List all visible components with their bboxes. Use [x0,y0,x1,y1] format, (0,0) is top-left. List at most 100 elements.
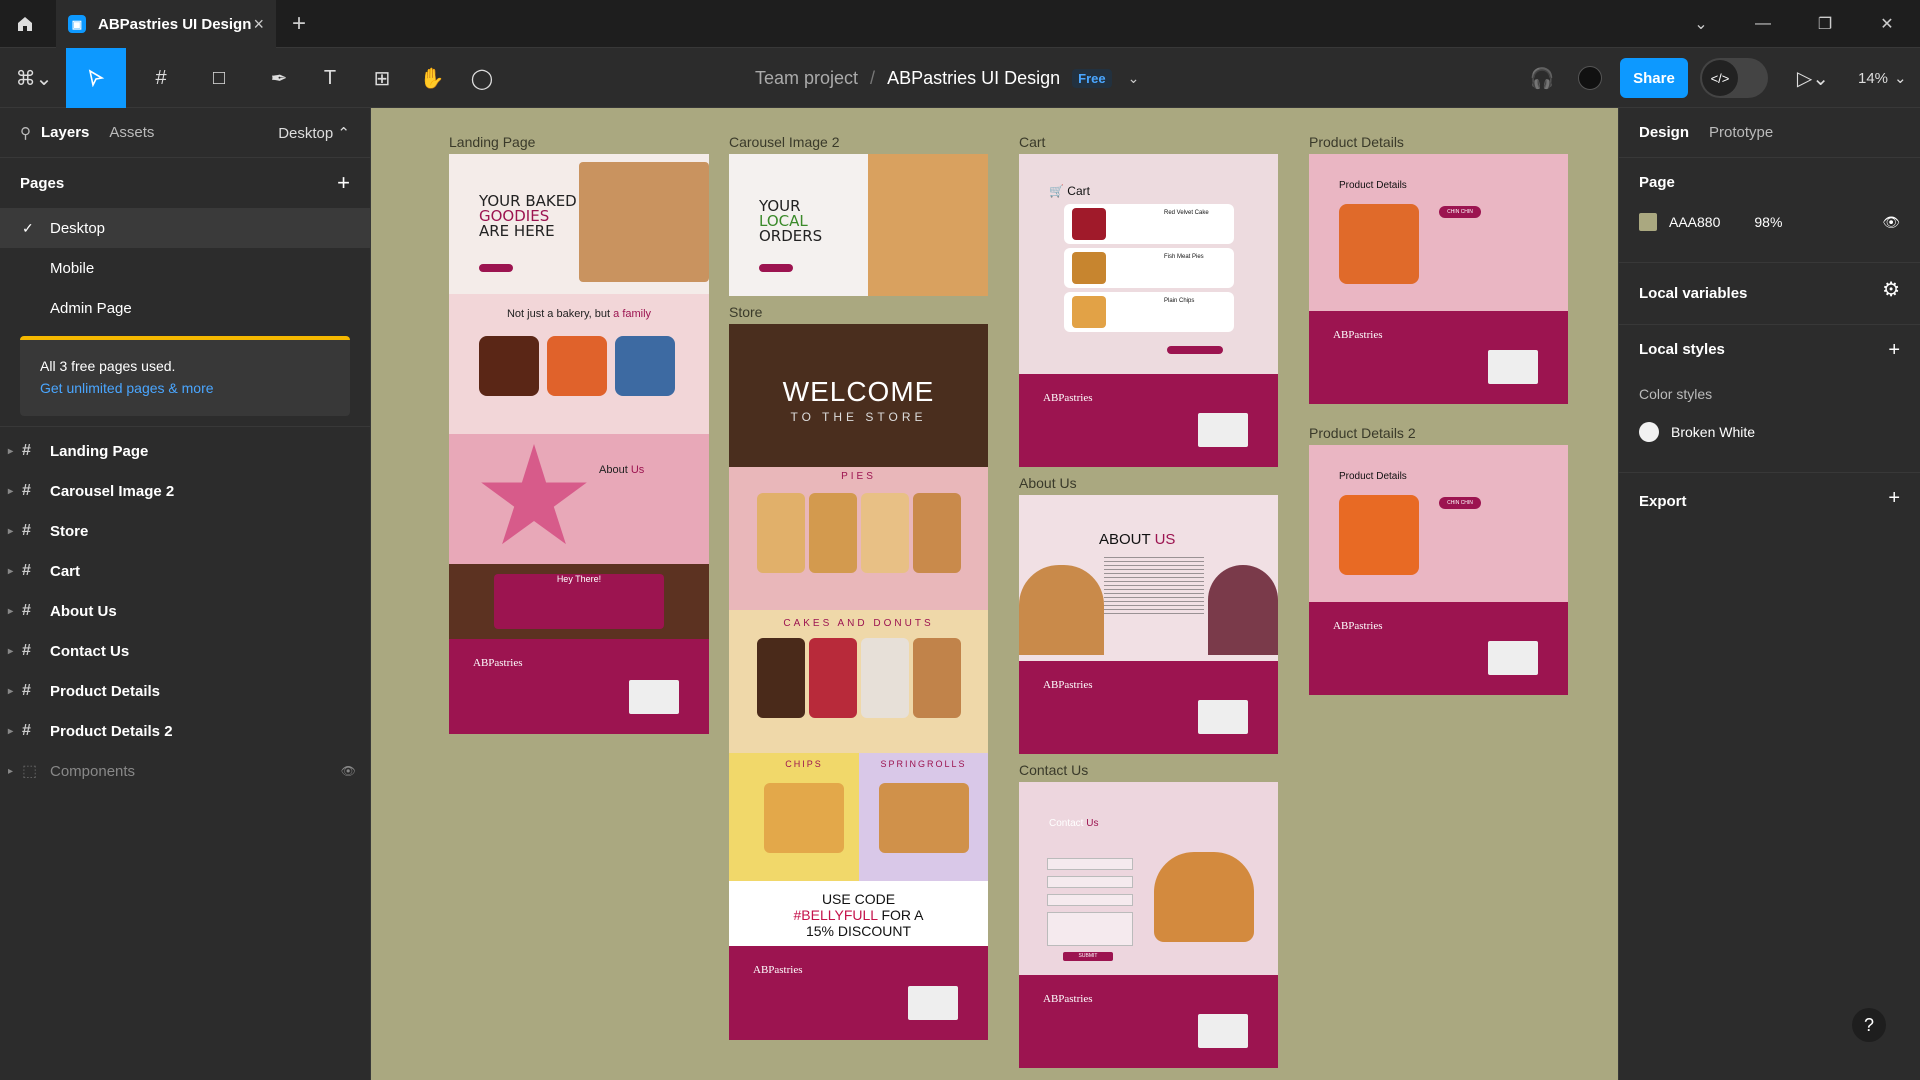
pages-title: Pages [20,174,65,192]
layer-components[interactable]: ▸ ⬚ Components 👁 [0,751,370,791]
store-welcome: WELCOME TO THE STORE [729,324,988,467]
about-footer: ABPastries [1019,661,1278,754]
eye-icon[interactable]: 👁 [1882,214,1900,231]
frame-product-details-2[interactable]: Product Details CHIN CHIN ABPastries [1309,445,1568,695]
breadcrumb-team[interactable]: Team project [755,68,858,89]
tab-design[interactable]: Design [1639,124,1689,141]
pen-tool-icon[interactable]: ✒ [256,48,302,108]
export-title: Export [1639,492,1687,510]
store-promo: USE CODE #BELLYFULL FOR A 15% DISCOUNT [729,881,988,946]
page-opacity-value[interactable]: 98% [1754,214,1782,230]
check-icon: ✓ [22,219,34,236]
layer-landing-page[interactable]: ▸ # Landing Page [0,431,370,471]
page-color-value[interactable]: AAA880 [1669,214,1720,230]
landing-about: About Us [449,434,709,564]
chevron-down-icon[interactable]: ⌄ [1670,0,1732,48]
landing-hey: Hey There! [449,564,709,639]
layer-about-us[interactable]: ▸ # About Us [0,591,370,631]
chevron-down-icon[interactable]: ⌄ [1128,70,1140,87]
layer-product-details[interactable]: ▸ # Product Details [0,671,370,711]
avatar[interactable] [1572,48,1608,108]
help-button[interactable]: ? [1852,1008,1886,1042]
dev-mode-toggle[interactable]: </> [1700,58,1768,98]
frame-label-cart[interactable]: Cart [1019,134,1045,150]
tab-title: ABPastries UI Design [98,15,252,33]
local-styles-title: Local styles [1639,341,1725,358]
upgrade-link[interactable]: Get unlimited pages & more [40,380,330,396]
canvas[interactable]: Landing Page YOUR BAKED GOODIES ARE HERE… [371,108,1618,1080]
frame-product-details[interactable]: Product Details CHIN CHIN ABPastries [1309,154,1568,404]
tab-layers[interactable]: Layers [41,124,89,141]
left-panel: ⚲ Layers Assets Desktop ⌃ Pages + ✓ Desk… [0,108,371,1080]
headphones-icon[interactable]: 🎧 [1524,48,1560,108]
share-button[interactable]: Share [1620,58,1688,98]
code-icon: </> [1702,60,1738,96]
page-item-admin[interactable]: Admin Page [0,288,370,328]
page-color-swatch[interactable] [1639,213,1657,231]
add-export-icon[interactable]: + [1888,487,1900,510]
page-item-desktop[interactable]: ✓ Desktop [0,208,370,248]
figma-file-icon: ▣ [68,15,86,33]
landing-footer: ABPastries [449,639,709,734]
shape-tool-icon[interactable]: □ [196,48,242,108]
tab-assets[interactable]: Assets [109,124,154,141]
local-variables-title: Local variables [1639,285,1748,302]
order-now-button [479,264,513,272]
frame-label-landing[interactable]: Landing Page [449,134,535,150]
restore-icon[interactable]: ❐ [1794,0,1856,48]
search-icon[interactable]: ⚲ [20,124,31,142]
present-icon[interactable]: ▷⌄ [1790,48,1836,108]
file-tab[interactable]: ▣ ABPastries UI Design × [56,0,276,48]
notice-text: All 3 free pages used. [40,358,176,374]
pages-limit-notice: All 3 free pages used. Get unlimited pag… [20,336,350,416]
layer-product-details-2[interactable]: ▸ # Product Details 2 [0,711,370,751]
hidden-eye-icon[interactable]: 👁 [341,764,356,778]
add-page-icon[interactable]: + [337,170,350,196]
title-bar: ▣ ABPastries UI Design × + ⌄ — ❐ ✕ [0,0,1920,48]
frame-cart[interactable]: 🛒 Cart Red Velvet Cake Fish Meat Pies Pl… [1019,154,1278,467]
zoom-level[interactable]: 14% ⌄ [1858,48,1907,108]
device-selector[interactable]: Desktop ⌃ [278,124,350,142]
frame-carousel-image-2[interactable]: YOUR LOCAL ORDERS [729,154,988,296]
comment-tool-icon[interactable]: ◯ [464,48,500,108]
close-tab-icon[interactable]: × [253,14,264,35]
store-footer: ABPastries [729,946,988,1040]
variables-icon[interactable]: ⚙ [1882,277,1900,302]
frame-label-about[interactable]: About Us [1019,475,1077,491]
layer-contact-us[interactable]: ▸ # Contact Us [0,631,370,671]
frame-about-us[interactable]: ABOUT US ABPastries [1019,495,1278,754]
page-section-title: Page [1639,174,1675,191]
resources-icon[interactable]: ⊞ [364,48,400,108]
cart-footer: ABPastries [1019,374,1278,467]
frame-tool-icon[interactable]: # [138,48,184,108]
new-tab-button[interactable]: + [292,10,306,38]
frame-store[interactable]: WELCOME TO THE STORE PIES CAKES AND DONU… [729,324,988,1040]
hero-line-3: ARE HERE [479,222,555,240]
add-style-icon[interactable]: + [1888,339,1900,362]
text-tool-icon[interactable]: T [312,48,348,108]
frame-label-product-2[interactable]: Product Details 2 [1309,425,1416,441]
close-window-icon[interactable]: ✕ [1856,0,1918,48]
frame-label-contact[interactable]: Contact Us [1019,762,1088,778]
file-name[interactable]: ABPastries UI Design [887,68,1060,89]
move-tool-icon[interactable] [66,48,126,108]
frame-landing-page[interactable]: YOUR BAKED GOODIES ARE HERE Not just a b… [449,154,709,734]
layer-store[interactable]: ▸ # Store [0,511,370,551]
home-icon[interactable] [0,0,50,48]
layer-cart[interactable]: ▸ # Cart [0,551,370,591]
hand-tool-icon[interactable]: ✋ [414,48,450,108]
page-item-mobile[interactable]: Mobile [0,248,370,288]
frame-label-carousel[interactable]: Carousel Image 2 [729,134,840,150]
frame-label-product[interactable]: Product Details [1309,134,1404,150]
frame-label-store[interactable]: Store [729,304,762,320]
breadcrumb: Team project / ABPastries UI Design Free… [755,48,1139,108]
minimize-icon[interactable]: — [1732,0,1794,48]
main-menu-icon[interactable]: ⌘⌄ [10,48,58,108]
frame-contact-us[interactable]: Contact Us SUBMIT ABPastries [1019,782,1278,1068]
layer-carousel-image-2[interactable]: ▸ # Carousel Image 2 [0,471,370,511]
store-cakes: CAKES AND DONUTS [729,610,988,753]
tab-prototype[interactable]: Prototype [1709,124,1773,141]
color-style-item[interactable]: Broken White [1639,422,1900,442]
color-swatch-icon [1639,422,1659,442]
plan-badge[interactable]: Free [1072,68,1112,88]
